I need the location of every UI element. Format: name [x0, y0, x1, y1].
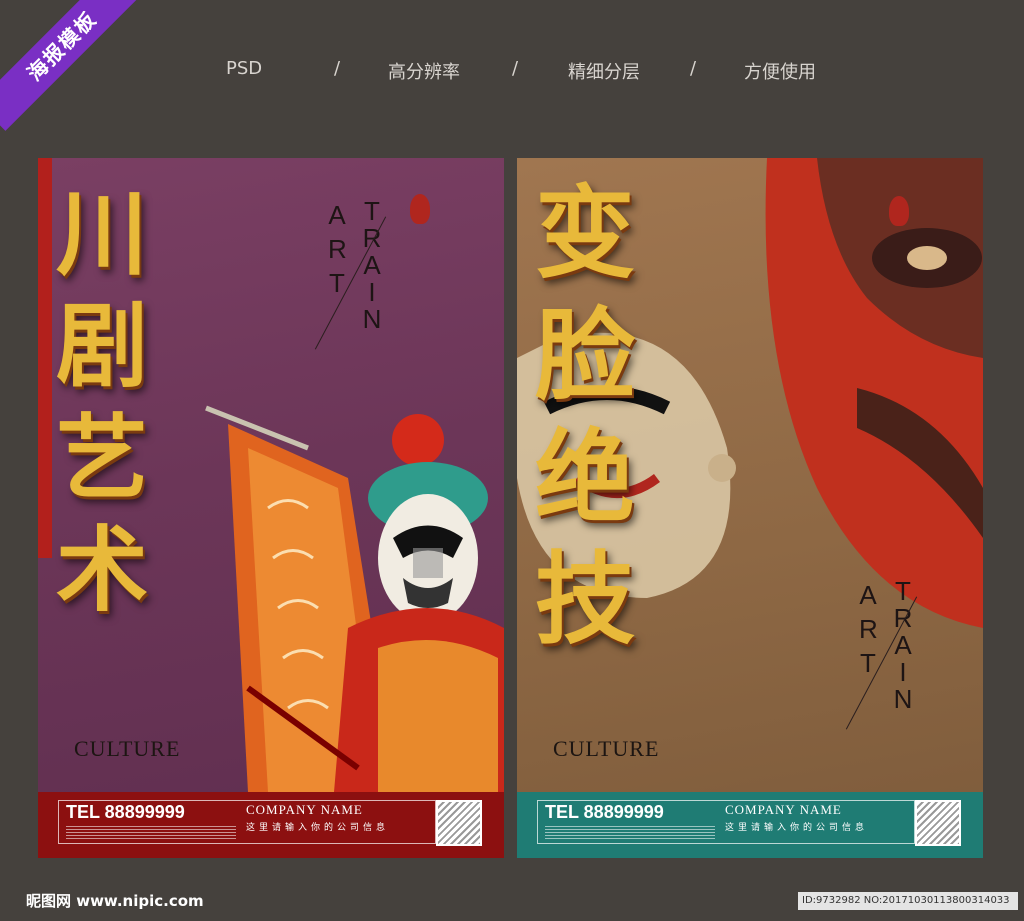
feature-layers: 精细分层	[568, 62, 640, 83]
title-char: 技	[535, 540, 635, 658]
feature-resolution: 高分辨率	[388, 62, 460, 83]
poster-sichuan-opera[interactable]: 川 剧 艺 术 ART TRAIN CULTURE TEL 88899999 C…	[38, 158, 504, 858]
site-watermark[interactable]: 昵图网 www.nipic.com	[26, 890, 204, 911]
feature-psd: PSD	[226, 58, 263, 79]
title-char: 川	[56, 180, 149, 288]
train-text: TRAIN	[362, 196, 382, 334]
poster-footer: TEL 88899999 COMPANY NAME 这里请输入你的公司信息	[517, 792, 983, 858]
title-char: 脸	[535, 296, 635, 414]
art-text: ART	[859, 580, 880, 678]
company-name: COMPANY NAME	[725, 802, 842, 817]
culture-label: CULTURE	[74, 736, 181, 761]
title-char: 变	[535, 174, 635, 292]
train-label: TRAIN	[362, 198, 386, 333]
feature-separator: /	[690, 58, 697, 79]
feature-easy-use: 方便使用	[744, 62, 816, 83]
red-seal-icon	[889, 196, 909, 226]
title-char: 绝	[535, 418, 635, 536]
company-info: 这里请输入你的公司信息	[725, 823, 869, 833]
tel-text: TEL 88899999	[545, 802, 664, 822]
train-text: TRAIN	[893, 576, 913, 714]
poster-title: 川 剧 艺 术	[56, 178, 148, 626]
fine-print	[66, 826, 236, 840]
curtain-strip	[38, 158, 52, 558]
company-name: COMPANY NAME	[246, 802, 363, 817]
poster-footer: TEL 88899999 COMPANY NAME 这里请输入你的公司信息	[38, 792, 504, 858]
poster-face-changing[interactable]: 变 脸 绝 技 ART TRAIN CULTURE TEL 88899999 C…	[517, 158, 983, 858]
title-char: 术	[56, 516, 149, 624]
feature-separator: /	[512, 58, 519, 79]
image-id-tag: ID:9732982 NO:20171030113800314033	[798, 892, 1018, 910]
red-seal-icon	[410, 194, 430, 224]
feature-bar: PSD / 高分辨率 / 精细分层 / 方便使用	[0, 58, 1024, 83]
title-char: 剧	[56, 292, 149, 400]
poster-title: 变 脸 绝 技	[535, 172, 635, 660]
tel-text: TEL 88899999	[66, 802, 185, 822]
culture-label: CULTURE	[553, 736, 660, 761]
qr-code-icon	[915, 800, 961, 846]
fine-print	[545, 826, 715, 840]
train-label: TRAIN	[893, 578, 917, 713]
company-info: 这里请输入你的公司信息	[246, 823, 390, 833]
art-text: ART	[328, 200, 349, 298]
qr-code-icon	[436, 800, 482, 846]
opera-figure-image	[205, 405, 504, 792]
feature-separator: /	[334, 58, 341, 79]
title-char: 艺	[56, 404, 149, 512]
